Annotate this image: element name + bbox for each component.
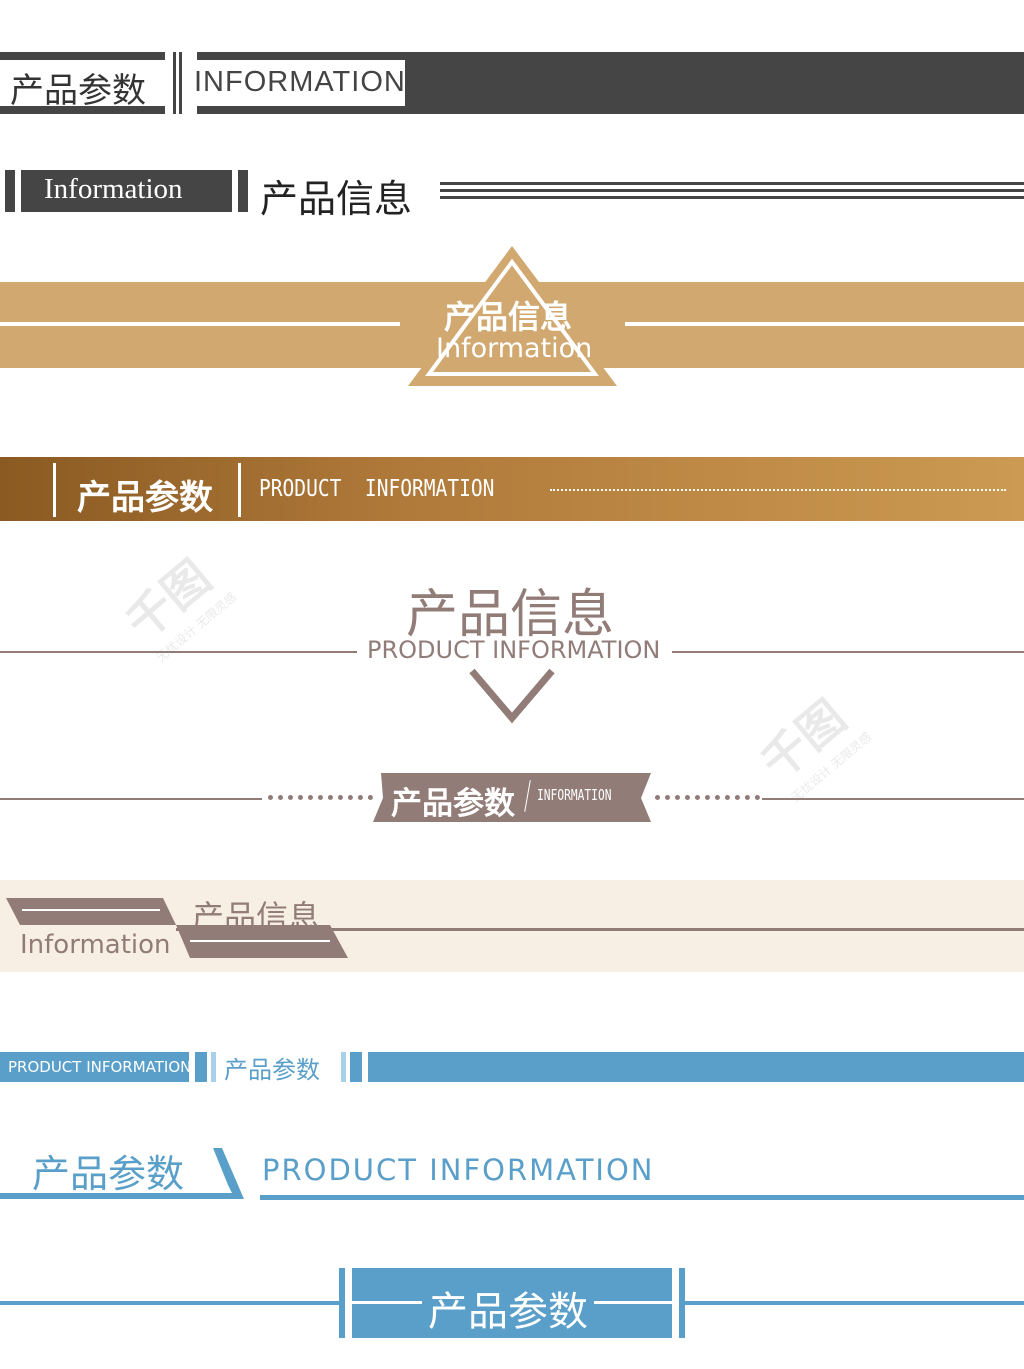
chevron-down-icon: [469, 668, 555, 724]
bar-mark: [350, 1052, 362, 1082]
divider: [173, 52, 176, 114]
watermark: 千图 无忧设计 无限灵感: [745, 678, 875, 806]
banner-4-cn: 产品参数: [77, 478, 213, 518]
bar-mark: [211, 1052, 216, 1082]
banner-10-cn: 产品参数: [422, 1279, 594, 1337]
line: [672, 651, 1024, 653]
banner-8-cn: 产品参数: [224, 1056, 320, 1084]
divider: [179, 52, 182, 114]
banner-3-en: Information: [436, 333, 593, 364]
line: [440, 196, 1024, 199]
blue-bar: [368, 1052, 1024, 1082]
bar-mark: [341, 1052, 346, 1082]
banner-8-en: PRODUCT INFORMATION: [8, 1058, 192, 1076]
line: [0, 798, 262, 800]
banner-2-en: Information: [44, 173, 183, 205]
banner-5-en: PRODUCT INFORMATION: [367, 636, 661, 664]
bar-mark: [5, 170, 15, 212]
line: [625, 322, 1024, 326]
dots: [268, 795, 373, 800]
line: [440, 189, 1024, 192]
dotted-line: [550, 489, 1006, 491]
banner-6-cn: 产品参数: [391, 786, 515, 822]
divider: [238, 463, 241, 517]
bar-mark: [195, 1052, 207, 1082]
watermark-logo: 千图: [750, 689, 856, 791]
banner-2-cn: 产品信息: [260, 177, 413, 221]
bar-mark: [238, 170, 248, 212]
banner-3-cn: 产品信息: [444, 298, 573, 336]
banner-7-en: Information: [20, 930, 171, 960]
banner-1-en: INFORMATION: [194, 66, 406, 98]
line: [0, 1301, 340, 1305]
bar-mark: [339, 1268, 345, 1338]
banner-9-en: PRODUCT INFORMATION: [262, 1153, 655, 1187]
banner-6-en: INFORMATION: [537, 786, 612, 804]
dots: [655, 795, 760, 800]
banner-1-cn: 产品参数: [10, 71, 146, 111]
line: [685, 1301, 1024, 1305]
line: [0, 322, 400, 326]
watermark: 千图 无忧设计 无限灵感: [110, 538, 240, 666]
watermark-logo: 千图: [115, 549, 221, 651]
banner-7-cn: 产品信息: [192, 898, 321, 936]
line: [440, 182, 1024, 185]
banner-4-en: PRODUCT INFORMATION: [259, 476, 495, 502]
divider: [53, 463, 56, 517]
